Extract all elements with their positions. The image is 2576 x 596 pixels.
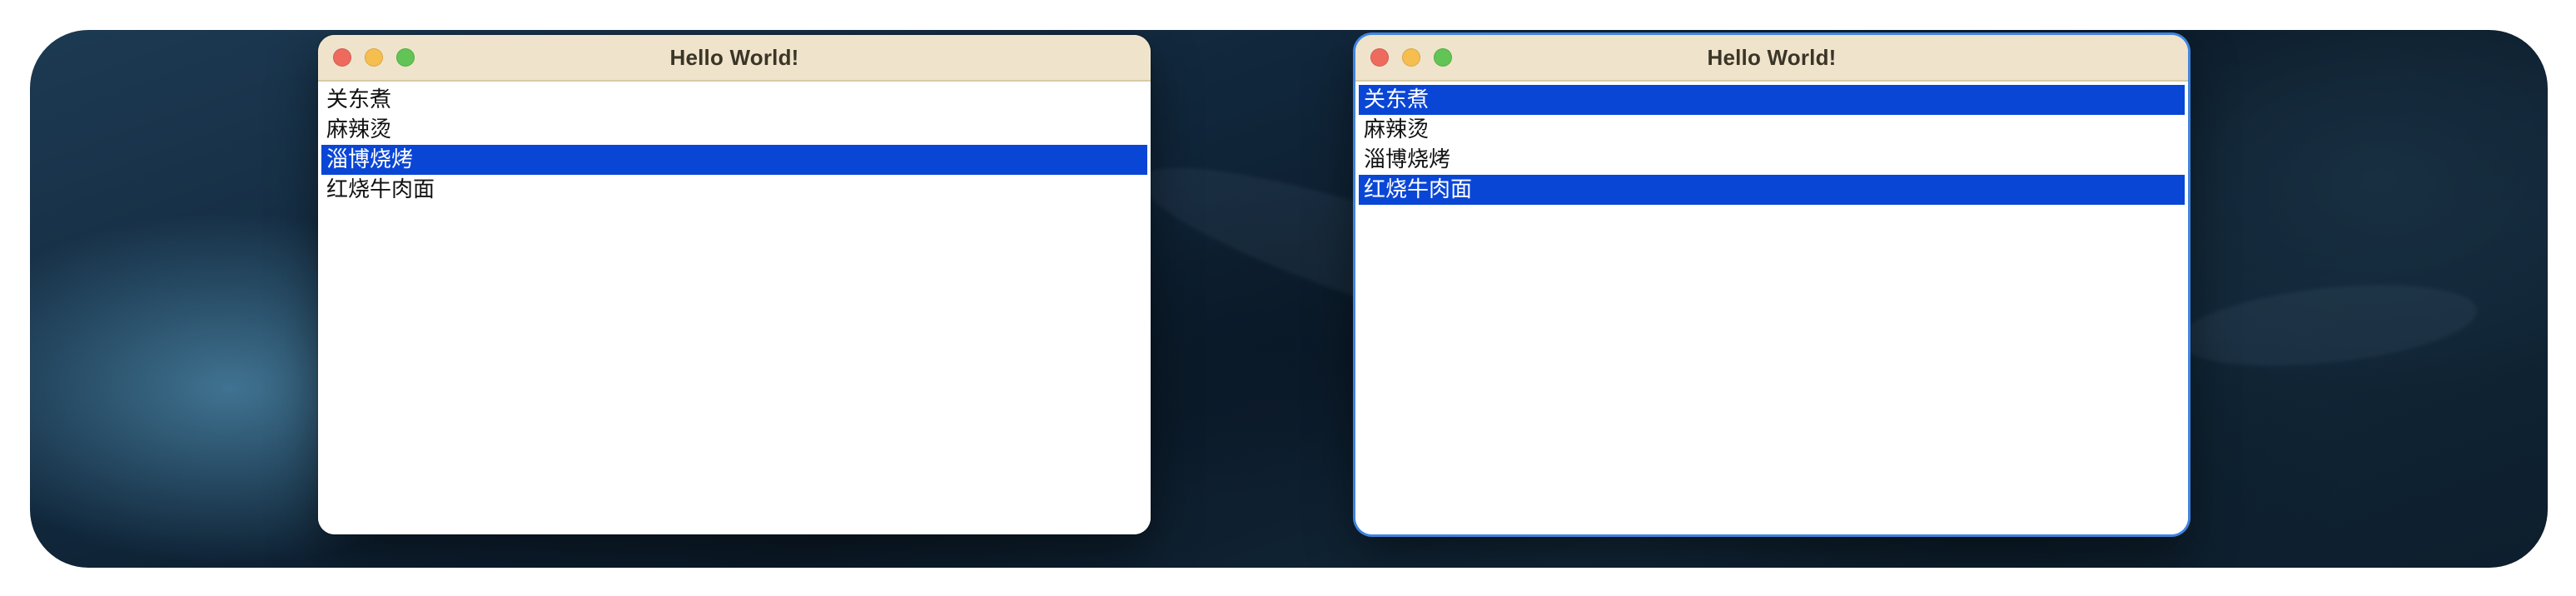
window-titlebar[interactable]: Hello World! xyxy=(318,35,1151,82)
list-item[interactable]: 麻辣烫 xyxy=(1359,115,2185,145)
window-title: Hello World! xyxy=(669,45,799,70)
desktop-wallpaper: Hello World! 关东煮 麻辣烫 淄博烧烤 红烧牛肉面 Hello Wo… xyxy=(30,30,2548,568)
list-item[interactable]: 淄博烧烤 xyxy=(1359,145,2185,175)
food-list[interactable]: 关东煮 麻辣烫 淄博烧烤 红烧牛肉面 xyxy=(318,82,1151,534)
list-item[interactable]: 红烧牛肉面 xyxy=(1359,175,2185,205)
list-item[interactable]: 关东煮 xyxy=(321,85,1147,115)
food-list[interactable]: 关东煮 麻辣烫 淄博烧烤 红烧牛肉面 xyxy=(1355,82,2188,534)
list-item[interactable]: 淄博烧烤 xyxy=(321,145,1147,175)
window-titlebar[interactable]: Hello World! xyxy=(1355,35,2188,82)
app-window-left: Hello World! 关东煮 麻辣烫 淄博烧烤 红烧牛肉面 xyxy=(318,35,1151,534)
wallpaper-detail xyxy=(2175,272,2481,379)
list-item[interactable]: 麻辣烫 xyxy=(321,115,1147,145)
window-title: Hello World! xyxy=(1707,45,1837,70)
list-item[interactable]: 关东煮 xyxy=(1359,85,2185,115)
list-item[interactable]: 红烧牛肉面 xyxy=(321,175,1147,205)
app-window-right: Hello World! 关东煮 麻辣烫 淄博烧烤 红烧牛肉面 xyxy=(1355,35,2188,534)
